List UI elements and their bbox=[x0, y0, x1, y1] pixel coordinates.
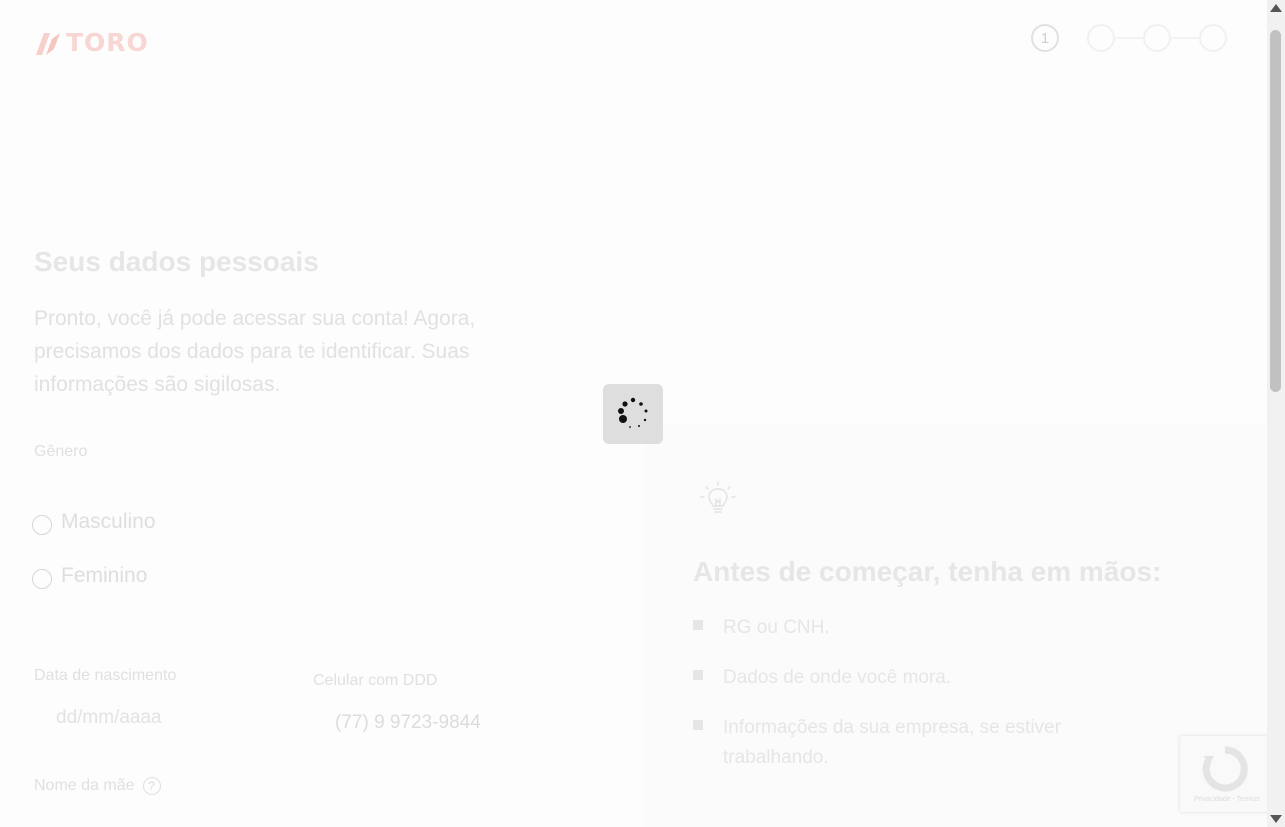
gender-option-feminino[interactable]: Feminino bbox=[32, 562, 147, 589]
gender-label: Gênero bbox=[34, 443, 88, 460]
toro-logo-icon bbox=[36, 32, 60, 55]
bullet-square-icon bbox=[693, 620, 703, 630]
arrow-down-icon bbox=[1270, 815, 1282, 823]
radio-label: Feminino bbox=[61, 563, 148, 587]
birthdate-label: Data de nascimento bbox=[34, 667, 177, 684]
brand-logo[interactable]: TORO bbox=[34, 28, 149, 57]
arrow-up-icon bbox=[1270, 4, 1282, 12]
lightbulb-icon bbox=[700, 481, 736, 513]
step-indicator-2 bbox=[1087, 24, 1115, 52]
checklist-item: Dados de onde você mora. bbox=[693, 663, 1113, 693]
gender-option-masculino[interactable]: Masculino bbox=[32, 508, 156, 535]
scrollbar-thumb[interactable] bbox=[1270, 30, 1281, 392]
help-icon[interactable]: ? bbox=[142, 777, 161, 795]
checklist-item-text: Informações da sua empresa, se estiver t… bbox=[723, 717, 1061, 768]
mother-name-label-text: Nome da mãe bbox=[34, 777, 135, 795]
checklist-item: Informações da sua empresa, se estiver t… bbox=[693, 713, 1113, 773]
recaptcha-badge[interactable]: Privacidade - Termos bbox=[1179, 735, 1280, 813]
step-indicator-4 bbox=[1199, 24, 1227, 52]
page-title: Seus dados pessoais bbox=[34, 246, 319, 277]
step-connector bbox=[1115, 37, 1143, 39]
checklist-item: RG ou CNH. bbox=[693, 613, 1113, 643]
intro-text: Pronto, você já pode acessar sua conta! … bbox=[34, 307, 476, 396]
checklist-item-text: RG ou CNH. bbox=[723, 617, 830, 638]
page: TORO 1 Seus dados pessoais Pronto, você … bbox=[0, 0, 1280, 827]
recaptcha-icon bbox=[1202, 746, 1248, 792]
phone-input[interactable] bbox=[333, 711, 597, 735]
checklist-title: Antes de começar, tenha em mãos: bbox=[693, 556, 1162, 587]
radio-button[interactable] bbox=[32, 515, 52, 535]
step-connector bbox=[1171, 37, 1199, 39]
bullet-square-icon bbox=[693, 720, 703, 730]
progress-stepper: 1 bbox=[1031, 24, 1227, 52]
brand-name: TORO bbox=[66, 28, 149, 57]
checklist-item-text: Dados de onde você mora. bbox=[723, 667, 952, 688]
spinner-icon bbox=[618, 397, 648, 428]
phone-label: Celular com DDD bbox=[313, 672, 438, 689]
mother-name-label: Nome da mãe? bbox=[34, 777, 161, 795]
bullet-square-icon bbox=[693, 670, 703, 680]
step-indicator-1: 1 bbox=[1031, 24, 1059, 52]
step-indicator-3 bbox=[1143, 24, 1171, 52]
scroll-down-button[interactable] bbox=[1267, 811, 1285, 827]
scroll-up-button[interactable] bbox=[1267, 0, 1285, 16]
radio-button[interactable] bbox=[32, 569, 52, 589]
birthdate-input[interactable] bbox=[54, 706, 278, 730]
loading-spinner bbox=[603, 384, 663, 444]
vertical-scrollbar[interactable] bbox=[1267, 0, 1285, 827]
recaptcha-links[interactable]: Privacidade - Termos bbox=[1194, 796, 1260, 803]
radio-label: Masculino bbox=[61, 509, 156, 533]
